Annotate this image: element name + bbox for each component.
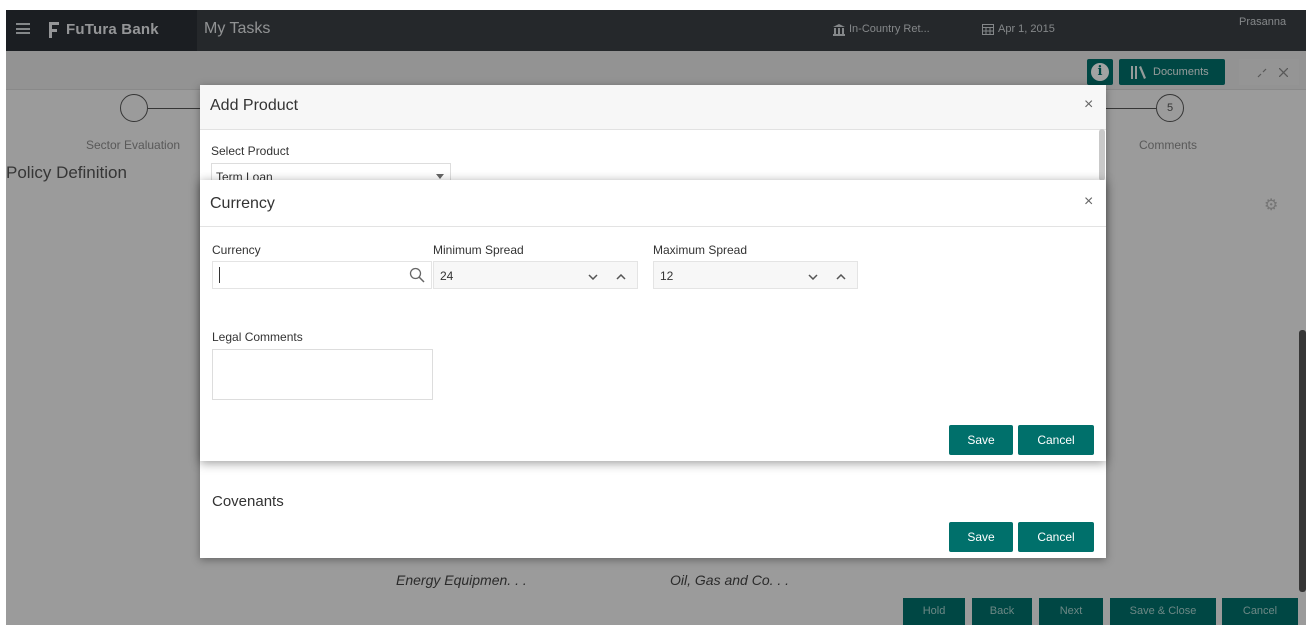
legal-comments-label: Legal Comments (212, 330, 303, 344)
currency-label: Currency (212, 243, 261, 257)
modal-scrollbar[interactable] (1099, 129, 1105, 181)
app-window: FuTura Bank My Tasks In-Country Ret... A… (6, 10, 1306, 625)
max-spread-stepper[interactable]: 12 (653, 261, 858, 289)
select-product-label: Select Product (211, 144, 290, 158)
max-spread-value: 12 (660, 269, 674, 283)
close-icon[interactable]: × (1084, 193, 1093, 211)
modal-header: Currency × (200, 180, 1106, 227)
close-icon[interactable]: × (1084, 96, 1093, 114)
modal-title: Currency (210, 195, 275, 212)
modal-header: Add Product × (200, 85, 1106, 130)
chevron-down-icon[interactable] (579, 262, 607, 290)
covenants-heading: Covenants (212, 493, 284, 510)
search-icon[interactable] (409, 267, 425, 283)
cancel-button[interactable]: Cancel (1018, 522, 1094, 552)
save-button[interactable]: Save (949, 425, 1013, 455)
text-cursor (219, 267, 220, 283)
legal-comments-textarea[interactable] (212, 349, 433, 400)
min-spread-value: 24 (440, 269, 454, 283)
cancel-button[interactable]: Cancel (1018, 425, 1094, 455)
chevron-down-icon (436, 174, 444, 179)
currency-modal: Currency × Currency Minimum Spread 24 Ma… (200, 180, 1106, 461)
currency-input[interactable] (212, 261, 432, 289)
chevron-up-icon[interactable] (607, 262, 635, 290)
modal-title: Add Product (210, 97, 299, 114)
min-spread-stepper[interactable]: 24 (433, 261, 638, 289)
chevron-down-icon[interactable] (799, 262, 827, 290)
min-spread-label: Minimum Spread (433, 243, 524, 257)
save-button[interactable]: Save (949, 522, 1013, 552)
chevron-up-icon[interactable] (827, 262, 855, 290)
max-spread-label: Maximum Spread (653, 243, 748, 257)
